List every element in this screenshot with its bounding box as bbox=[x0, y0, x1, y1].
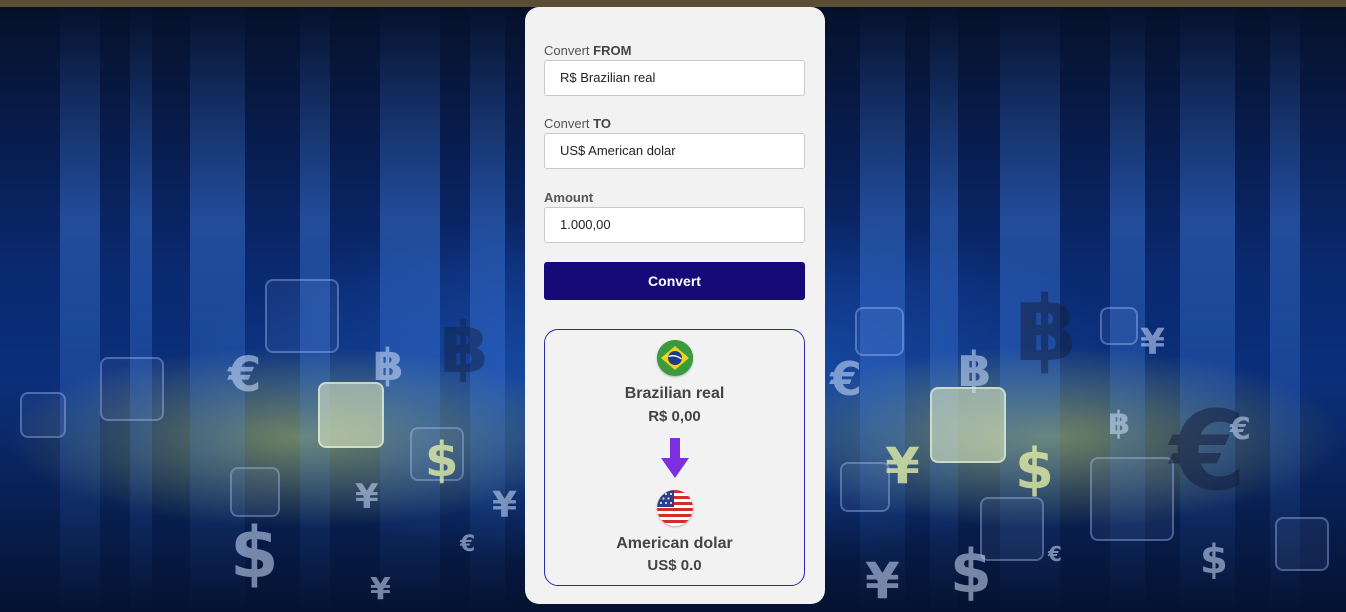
arrow-down-icon bbox=[661, 438, 689, 478]
to-currency-value: US$ American dolar bbox=[560, 143, 676, 158]
amount-input[interactable]: 1.000,00 bbox=[544, 207, 805, 243]
amount-value: 1.000,00 bbox=[560, 217, 611, 232]
amount-label: Amount bbox=[544, 190, 594, 205]
to-label: Convert TO bbox=[544, 116, 611, 131]
to-currency-name: American dolar bbox=[616, 535, 733, 552]
from-amount: R$ 0,00 bbox=[648, 408, 701, 425]
from-label-prefix: Convert bbox=[544, 43, 594, 58]
convert-button[interactable]: Convert bbox=[544, 262, 805, 300]
from-currency-name: Brazilian real bbox=[624, 385, 725, 402]
converter-card: Convert FROM R$ Brazilian real Convert T… bbox=[525, 7, 825, 604]
to-currency-select[interactable]: US$ American dolar bbox=[544, 133, 805, 169]
to-label-prefix: Convert bbox=[544, 116, 594, 131]
from-currency-select[interactable]: R$ Brazilian real bbox=[544, 60, 805, 96]
usa-flag-icon bbox=[657, 490, 693, 526]
to-amount: US$ 0.0 bbox=[647, 557, 702, 574]
from-label-strong: FROM bbox=[593, 43, 632, 58]
result-panel: Brazilian real R$ 0,00 American dolar US… bbox=[544, 329, 805, 586]
brazil-flag-icon bbox=[657, 340, 693, 376]
top-bar bbox=[0, 0, 1346, 7]
from-currency-value: R$ Brazilian real bbox=[560, 70, 656, 85]
to-label-strong: TO bbox=[593, 116, 611, 131]
from-label: Convert FROM bbox=[544, 43, 631, 58]
